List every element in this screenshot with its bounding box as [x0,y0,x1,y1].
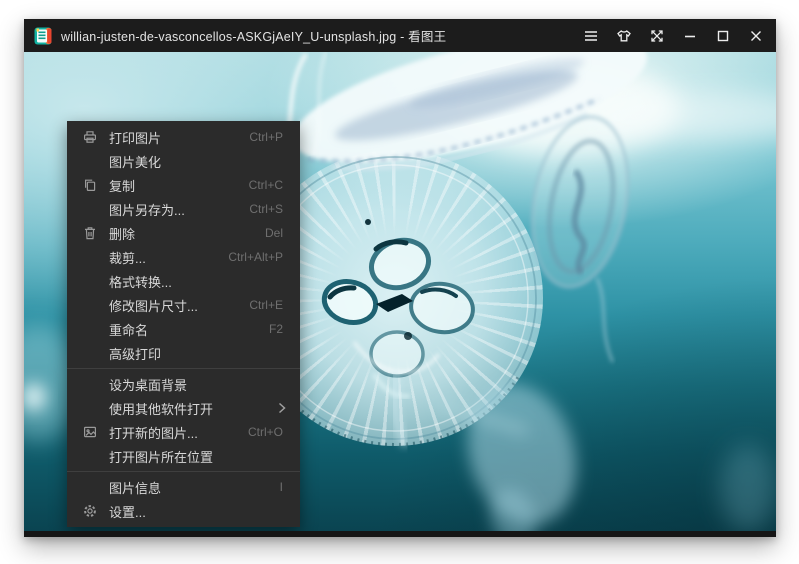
menu-button[interactable] [574,19,607,52]
titlebar-controls [574,19,776,52]
menu-item-label: 图片另存为... [109,200,249,219]
menu-item[interactable]: 修改图片尺寸...Ctrl+E [67,293,300,317]
menu-item-shortcut: Ctrl+S [249,202,283,216]
menu-item-label: 修改图片尺寸... [109,296,249,315]
viewer-window: willian-justen-de-vasconcellos-ASKGjAeIY… [24,19,776,537]
menu-item-shortcut: Ctrl+C [249,178,283,192]
menu-item-label: 图片信息 [109,478,280,497]
menu-item[interactable]: 重命名F2 [67,317,300,341]
submenu-arrow-icon [278,402,286,414]
close-icon [747,27,765,45]
menu-item[interactable]: 打开图片所在位置 [67,444,300,468]
menu-item-label: 设置... [109,502,283,521]
window-bottom-edge [24,531,776,537]
menu-item-label: 打印图片 [109,128,249,147]
menu-item[interactable]: 格式转换... [67,269,300,293]
menu-item[interactable]: 图片另存为...Ctrl+S [67,197,300,221]
menu-item-label: 高级打印 [109,344,283,363]
menu-item-label: 打开图片所在位置 [109,447,283,466]
printer-icon [81,129,99,145]
image-icon [81,424,99,440]
menu-item[interactable]: 图片信息I [67,475,300,499]
menu-item-shortcut: Ctrl+Alt+P [228,250,283,264]
menu-item[interactable]: 高级打印 [67,341,300,365]
skin-button[interactable] [607,19,640,52]
menu-item[interactable]: 设置... [67,499,300,523]
menu-item-label: 裁剪... [109,248,228,267]
skin-icon [615,27,633,45]
menu-item-label: 复制 [109,176,249,195]
menu-item-shortcut: Ctrl+O [248,425,283,439]
maximize-icon [714,27,732,45]
menu-item[interactable]: 打印图片Ctrl+P [67,125,300,149]
maximize-button[interactable] [706,19,739,52]
menu-item[interactable]: 使用其他软件打开 [67,396,300,420]
minimize-button[interactable] [673,19,706,52]
window-title: willian-justen-de-vasconcellos-ASKGjAeIY… [61,26,446,45]
menu-item-label: 格式转换... [109,272,283,291]
titlebar[interactable]: willian-justen-de-vasconcellos-ASKGjAeIY… [24,19,776,52]
fullscreen-button[interactable] [640,19,673,52]
menu-item-shortcut: I [280,480,283,494]
minimize-icon [681,27,699,45]
menu-separator [67,471,300,472]
menu-item-label: 设为桌面背景 [109,375,283,394]
menu-item[interactable]: 裁剪...Ctrl+Alt+P [67,245,300,269]
menu-separator [67,368,300,369]
fullscreen-icon [648,27,666,45]
menu-item-shortcut: Ctrl+E [249,298,283,312]
menu-item-label: 删除 [109,224,265,243]
trash-icon [81,225,99,241]
app-logo-icon [34,27,52,45]
menu-item-label: 使用其他软件打开 [109,399,278,418]
menu-item-shortcut: Del [265,226,283,240]
menu-item[interactable]: 复制Ctrl+C [67,173,300,197]
copy-icon [81,177,99,193]
menu-item-shortcut: Ctrl+P [249,130,283,144]
menu-item-label: 打开新的图片... [109,423,248,442]
menu-item-shortcut: F2 [269,322,283,336]
menu-item-label: 重命名 [109,320,269,339]
menu-item[interactable]: 删除Del [67,221,300,245]
gear-icon [81,503,99,519]
menu-item[interactable]: 打开新的图片...Ctrl+O [67,420,300,444]
close-button[interactable] [739,19,772,52]
context-menu-list: 打印图片Ctrl+P图片美化复制Ctrl+C图片另存为...Ctrl+S删除De… [67,125,300,523]
menu-item-label: 图片美化 [109,152,283,171]
menu-item[interactable]: 设为桌面背景 [67,372,300,396]
menu-icon [582,27,600,45]
image-canvas[interactable]: 打印图片Ctrl+P图片美化复制Ctrl+C图片另存为...Ctrl+S删除De… [24,52,776,531]
menu-item[interactable]: 图片美化 [67,149,300,173]
context-menu: 打印图片Ctrl+P图片美化复制Ctrl+C图片另存为...Ctrl+S删除De… [67,121,300,527]
